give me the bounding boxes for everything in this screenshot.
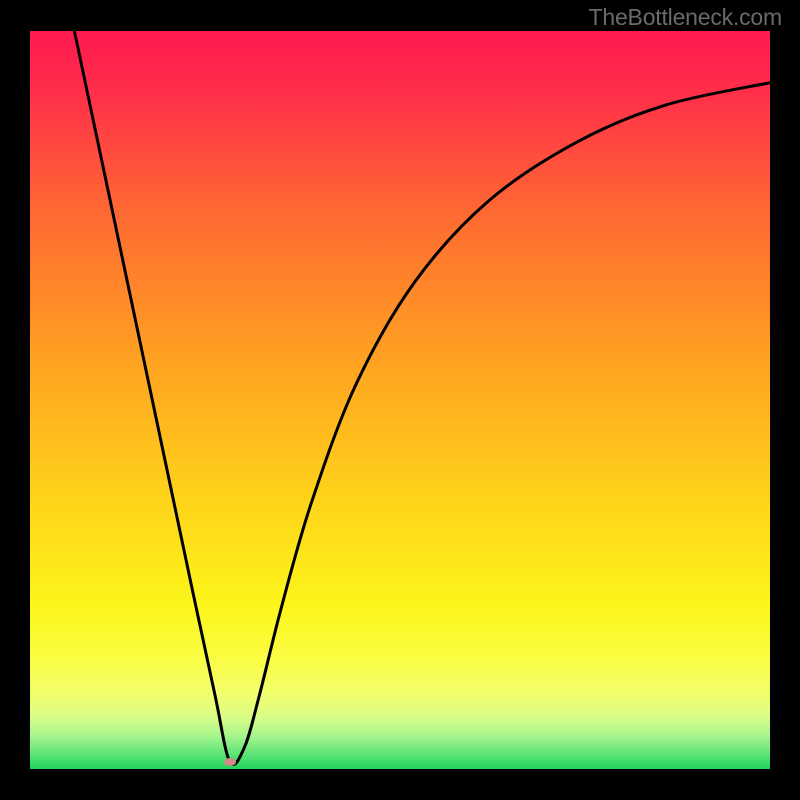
bottleneck-curve [74, 31, 770, 765]
chart-frame: TheBottleneck.com [0, 0, 800, 800]
attribution-text: TheBottleneck.com [589, 4, 782, 31]
plot-area [30, 31, 770, 769]
minimum-marker [224, 758, 236, 766]
frame-border-right [770, 0, 800, 800]
frame-border-bottom [0, 769, 800, 800]
curve-layer [30, 31, 770, 769]
frame-border-left [0, 0, 30, 800]
